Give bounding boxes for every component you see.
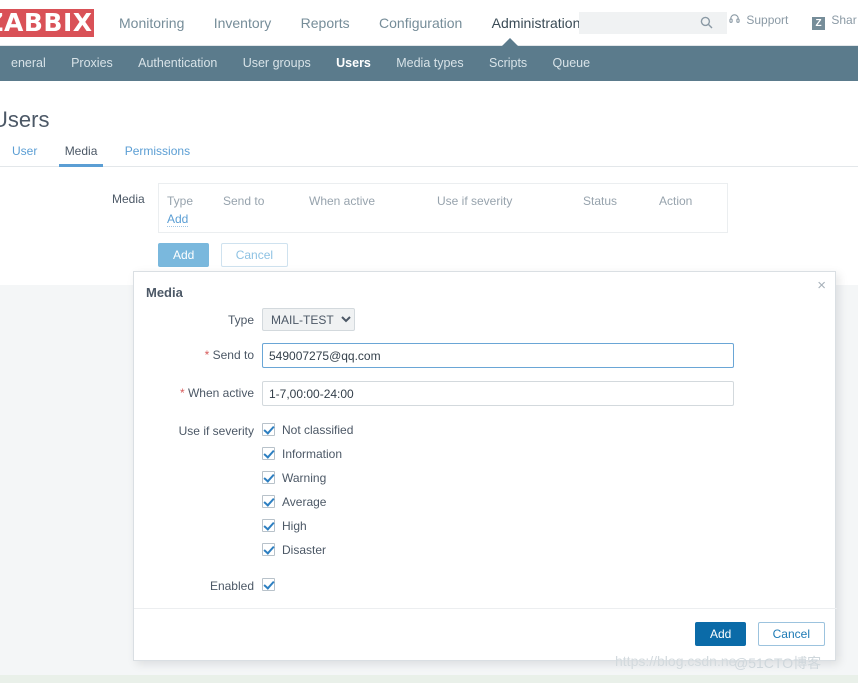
app-root: ZABBIX Monitoring Inventory Reports Conf… [0, 0, 858, 683]
subnav-item-queue[interactable]: Queue [542, 46, 602, 81]
sub-navigation: eneral Proxies Authentication User group… [0, 38, 858, 85]
column-header-when-active: When active [309, 194, 376, 208]
media-field-label: Media [112, 192, 145, 206]
nav-item-administration[interactable]: Administration [479, 0, 594, 46]
send-to-label: * Send to [134, 343, 254, 367]
search-icon[interactable] [700, 16, 713, 29]
media-table: Type Send to When active Use if severity… [158, 183, 728, 233]
when-active-label: * When active [134, 381, 254, 405]
nav-item-inventory[interactable]: Inventory [201, 0, 285, 46]
field-row-type: Type MAIL-TEST [134, 308, 837, 332]
send-to-input[interactable] [262, 343, 734, 368]
tab-media[interactable]: Media [53, 139, 110, 167]
column-header-status: Status [583, 194, 618, 208]
use-if-severity-label: Use if severity [178, 424, 254, 438]
column-header-action: Action [659, 194, 693, 208]
modal-body: Type MAIL-TEST * Send to * When active [134, 308, 837, 598]
severity-checkbox-disaster[interactable] [262, 543, 275, 556]
share-badge-icon: Z [812, 17, 825, 30]
field-row-when-active: * When active [134, 381, 837, 408]
page-content: Users User Media Permissions Media Type … [0, 81, 858, 285]
subnav-item-media-types[interactable]: Media types [385, 46, 474, 81]
form-cancel-button[interactable]: Cancel [220, 243, 289, 267]
severity-checkbox-high[interactable] [262, 519, 275, 532]
severity-row-disaster: Disaster [134, 539, 837, 563]
enabled-label: Enabled [209, 579, 254, 593]
severity-row-not-classified: Use if severity Not classified [134, 419, 837, 443]
subnav-item-general[interactable]: eneral [0, 46, 57, 81]
modal-add-button[interactable]: Add [694, 622, 747, 646]
tab-user[interactable]: User [0, 139, 49, 167]
share-link[interactable]: Z Shar [812, 13, 857, 30]
severity-row-information: Information [134, 443, 837, 467]
headset-icon [729, 13, 740, 27]
severity-label-information: Information [282, 447, 343, 461]
subnav-item-user-groups[interactable]: User groups [232, 46, 322, 81]
enabled-checkbox[interactable] [262, 578, 275, 591]
subnav-item-scripts[interactable]: Scripts [478, 46, 538, 81]
type-label: Type [227, 313, 254, 327]
close-icon[interactable]: × [817, 278, 826, 293]
footer-strip [0, 675, 858, 683]
column-header-send-to: Send to [223, 194, 265, 208]
form-action-buttons: Add Cancel [158, 243, 289, 267]
column-header-use-if-severity: Use if severity [437, 194, 513, 208]
when-active-required-marker: * [179, 386, 185, 400]
support-link[interactable]: Support [729, 13, 788, 27]
severity-label-not-classified: Not classified [282, 423, 354, 437]
severity-checkbox-average[interactable] [262, 495, 275, 508]
media-add-link[interactable]: Add [167, 212, 189, 227]
support-label: Support [746, 13, 789, 27]
severity-label-warning: Warning [282, 471, 327, 485]
form-tabs: User Media Permissions [0, 139, 858, 167]
share-label: Shar [831, 13, 857, 27]
severity-row-high: High [134, 515, 837, 539]
media-modal-dialog: Media × Type MAIL-TEST * Send to * When … [133, 271, 837, 661]
severity-checkbox-information[interactable] [262, 447, 275, 460]
severity-row-warning: Warning [134, 467, 837, 491]
tab-permissions[interactable]: Permissions [113, 139, 202, 167]
severity-checkbox-warning[interactable] [262, 471, 275, 484]
modal-title: Media [146, 285, 183, 300]
severity-label-disaster: Disaster [282, 543, 327, 557]
when-active-field [262, 381, 734, 406]
severity-label-average: Average [282, 495, 327, 509]
type-field: MAIL-TEST [262, 308, 355, 331]
column-header-type: Type [167, 194, 194, 208]
page-title: Users [0, 106, 50, 132]
main-navigation: Monitoring Inventory Reports Configurati… [106, 0, 593, 46]
enabled-row: Enabled [134, 574, 837, 598]
nav-item-configuration[interactable]: Configuration [366, 0, 475, 46]
send-to-label-text: Send to [212, 348, 254, 362]
top-header: ZABBIX Monitoring Inventory Reports Conf… [0, 0, 858, 46]
modal-footer-buttons: Add Cancel [694, 622, 825, 646]
form-add-button[interactable]: Add [158, 243, 210, 267]
zabbix-logo[interactable]: ZABBIX [0, 9, 94, 37]
subnav-item-proxies[interactable]: Proxies [60, 46, 124, 81]
severity-row-average: Average [134, 491, 837, 515]
severity-label-high: High [282, 519, 307, 533]
subnav-item-authentication[interactable]: Authentication [127, 46, 228, 81]
severity-checkbox-not-classified[interactable] [262, 423, 275, 436]
nav-item-monitoring[interactable]: Monitoring [106, 0, 197, 46]
when-active-input[interactable] [262, 381, 734, 406]
nav-item-reports[interactable]: Reports [288, 0, 363, 46]
send-to-required-marker: * [204, 348, 210, 362]
send-to-field [262, 343, 734, 368]
media-type-select[interactable]: MAIL-TEST [262, 308, 355, 331]
subnav-item-users[interactable]: Users [325, 46, 382, 85]
when-active-label-text: When active [187, 386, 254, 400]
field-row-send-to: * Send to [134, 343, 837, 370]
modal-footer: Add Cancel [134, 608, 837, 660]
modal-cancel-button[interactable]: Cancel [757, 622, 825, 646]
